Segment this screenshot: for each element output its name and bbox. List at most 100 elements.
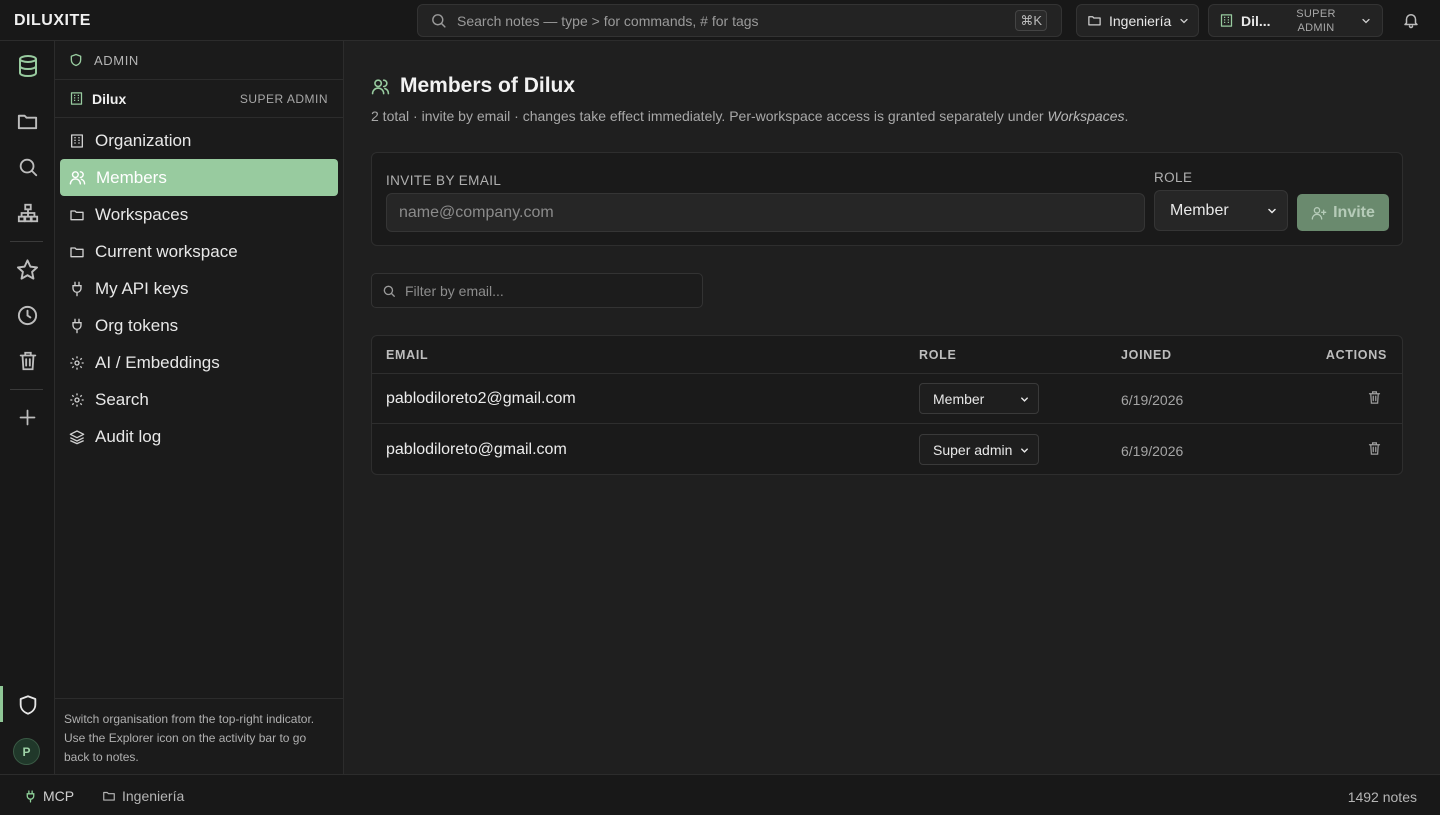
column-header-email: EMAIL [386, 348, 429, 362]
avatar[interactable]: P [13, 738, 40, 765]
folder-icon [69, 244, 85, 260]
sidebar-item-members[interactable]: Members [60, 159, 338, 196]
organization-role-line: SUPER [1296, 8, 1336, 20]
star-icon[interactable] [0, 249, 55, 289]
gear-icon [69, 392, 85, 408]
plug-icon [24, 789, 37, 803]
sidebar-item-label: Organization [95, 130, 192, 150]
top-bar: DILUXITE Search notes — type > for comma… [0, 0, 1440, 41]
app-brand: DILUXITE [14, 12, 91, 29]
users-icon [69, 169, 86, 186]
building-icon [69, 91, 84, 106]
folder-icon [1087, 13, 1102, 28]
sidebar-item-label: Org tokens [95, 315, 179, 335]
sidebar-item-label: Audit log [95, 426, 162, 446]
plug-icon [69, 281, 85, 297]
members-page: Members of Dilux 2 total · invite by ema… [344, 41, 1440, 774]
status-workspace[interactable]: Ingeniería [102, 788, 184, 804]
chevron-down-icon [1266, 205, 1278, 217]
sidebar-item-label: Current workspace [95, 241, 238, 261]
delete-member-trash-icon[interactable] [1367, 390, 1382, 405]
chevron-down-icon [1178, 15, 1190, 27]
plus-icon[interactable] [0, 397, 55, 437]
column-header-actions: ACTIONS [1325, 348, 1387, 362]
filter-placeholder: Filter by email... [405, 282, 504, 299]
sidebar-nav: Organization Members Workspaces Current … [60, 122, 338, 455]
sidebar-header: ADMIN [55, 41, 343, 80]
filter-email-input[interactable]: Filter by email... [371, 273, 703, 308]
column-header-joined: JOINED [1121, 348, 1172, 362]
status-mcp[interactable]: MCP [24, 788, 74, 804]
member-email: pablodiloreto@gmail.com [386, 441, 567, 458]
member-role-select[interactable]: Member [919, 383, 1039, 414]
organization-role-line: ADMIN [1297, 22, 1335, 34]
status-workspace-label: Ingeniería [122, 788, 185, 804]
status-notes-count: 1492 notes [1347, 789, 1417, 805]
notifications-bell-icon[interactable] [1402, 11, 1420, 29]
shield-icon [69, 53, 83, 67]
sidebar-item-label: My API keys [95, 278, 189, 298]
sidebar-item-ai-embeddings[interactable]: AI / Embeddings [60, 344, 338, 381]
sidebar-item-my-api-keys[interactable]: My API keys [60, 270, 338, 307]
member-role-select[interactable]: Super admin [919, 434, 1039, 465]
invite-email-input[interactable] [386, 193, 1145, 232]
invite-role-select[interactable]: Member [1154, 190, 1288, 231]
page-title-text: Members of Dilux [400, 74, 576, 97]
table-row: pablodiloreto2@gmail.com Member 6/19/202… [372, 374, 1402, 424]
plug-icon [69, 318, 85, 334]
sidebar-item-label: Members [96, 167, 167, 187]
member-role-value: Super admin [933, 441, 1013, 458]
organization-selector[interactable]: Dil... SUPER ADMIN [1208, 4, 1383, 37]
admin-sidebar: ADMIN Dilux SUPER ADMIN Organization Mem… [55, 41, 344, 774]
folder-icon [69, 207, 85, 223]
activity-bar: P [0, 41, 55, 774]
sidebar-org-name: Dilux [92, 90, 127, 107]
workspace-selector[interactable]: Ingeniería [1076, 4, 1199, 37]
invite-role-value: Member [1170, 201, 1229, 219]
layers-icon [69, 429, 85, 445]
sidebar-item-audit-log[interactable]: Audit log [60, 418, 338, 455]
user-plus-icon [1311, 205, 1327, 221]
sidebar-item-label: AI / Embeddings [95, 352, 220, 372]
status-mcp-label: MCP [43, 788, 75, 804]
sidebar-item-workspaces[interactable]: Workspaces [60, 196, 338, 233]
gear-icon [69, 355, 85, 371]
clock-icon[interactable] [0, 295, 55, 335]
trash-icon[interactable] [0, 341, 55, 381]
sidebar-item-label: Workspaces [95, 204, 189, 224]
global-search[interactable]: Search notes — type > for commands, # fo… [417, 4, 1062, 37]
member-email: pablodiloreto2@gmail.com [386, 390, 576, 407]
delete-member-trash-icon[interactable] [1367, 441, 1382, 456]
sidebar-item-current-workspace[interactable]: Current workspace [60, 233, 338, 270]
table-header: EMAIL ROLE JOINED ACTIONS [372, 336, 1402, 374]
search-shortcut: ⌘K [1015, 10, 1047, 31]
building-icon [69, 133, 85, 149]
users-icon [371, 77, 390, 96]
invite-button[interactable]: Invite [1297, 194, 1389, 231]
column-header-role: ROLE [919, 348, 957, 362]
chevron-down-icon [1019, 445, 1030, 456]
member-joined-date: 6/19/2026 [1121, 392, 1184, 408]
sidebar-item-organization[interactable]: Organization [60, 122, 338, 159]
sidebar-item-org-tokens[interactable]: Org tokens [60, 307, 338, 344]
search-icon [382, 284, 396, 298]
status-bar: MCP Ingeniería 1492 notes [0, 774, 1440, 815]
chevron-down-icon [1019, 394, 1030, 405]
members-table: EMAIL ROLE JOINED ACTIONS pablodiloreto2… [371, 335, 1403, 475]
page-subtitle-text: 2 total · invite by email · changes take… [371, 108, 1048, 124]
invite-role-label: ROLE [1154, 170, 1193, 185]
invite-button-label: Invite [1333, 203, 1375, 221]
member-role-value: Member [933, 390, 985, 407]
building-icon [1219, 13, 1234, 28]
search-icon[interactable] [0, 147, 55, 187]
sitemap-icon[interactable] [0, 193, 55, 233]
shield-icon[interactable] [0, 685, 55, 725]
database-icon[interactable] [0, 46, 55, 86]
page-subtitle: 2 total · invite by email · changes take… [371, 108, 1128, 124]
sidebar-item-search[interactable]: Search [60, 381, 338, 418]
page-subtitle-end: . [1124, 108, 1129, 124]
organization-name: Dil... [1241, 12, 1271, 29]
folder-icon[interactable] [0, 101, 55, 141]
chevron-down-icon [1360, 15, 1372, 27]
workspace-selector-label: Ingeniería [1109, 12, 1172, 29]
